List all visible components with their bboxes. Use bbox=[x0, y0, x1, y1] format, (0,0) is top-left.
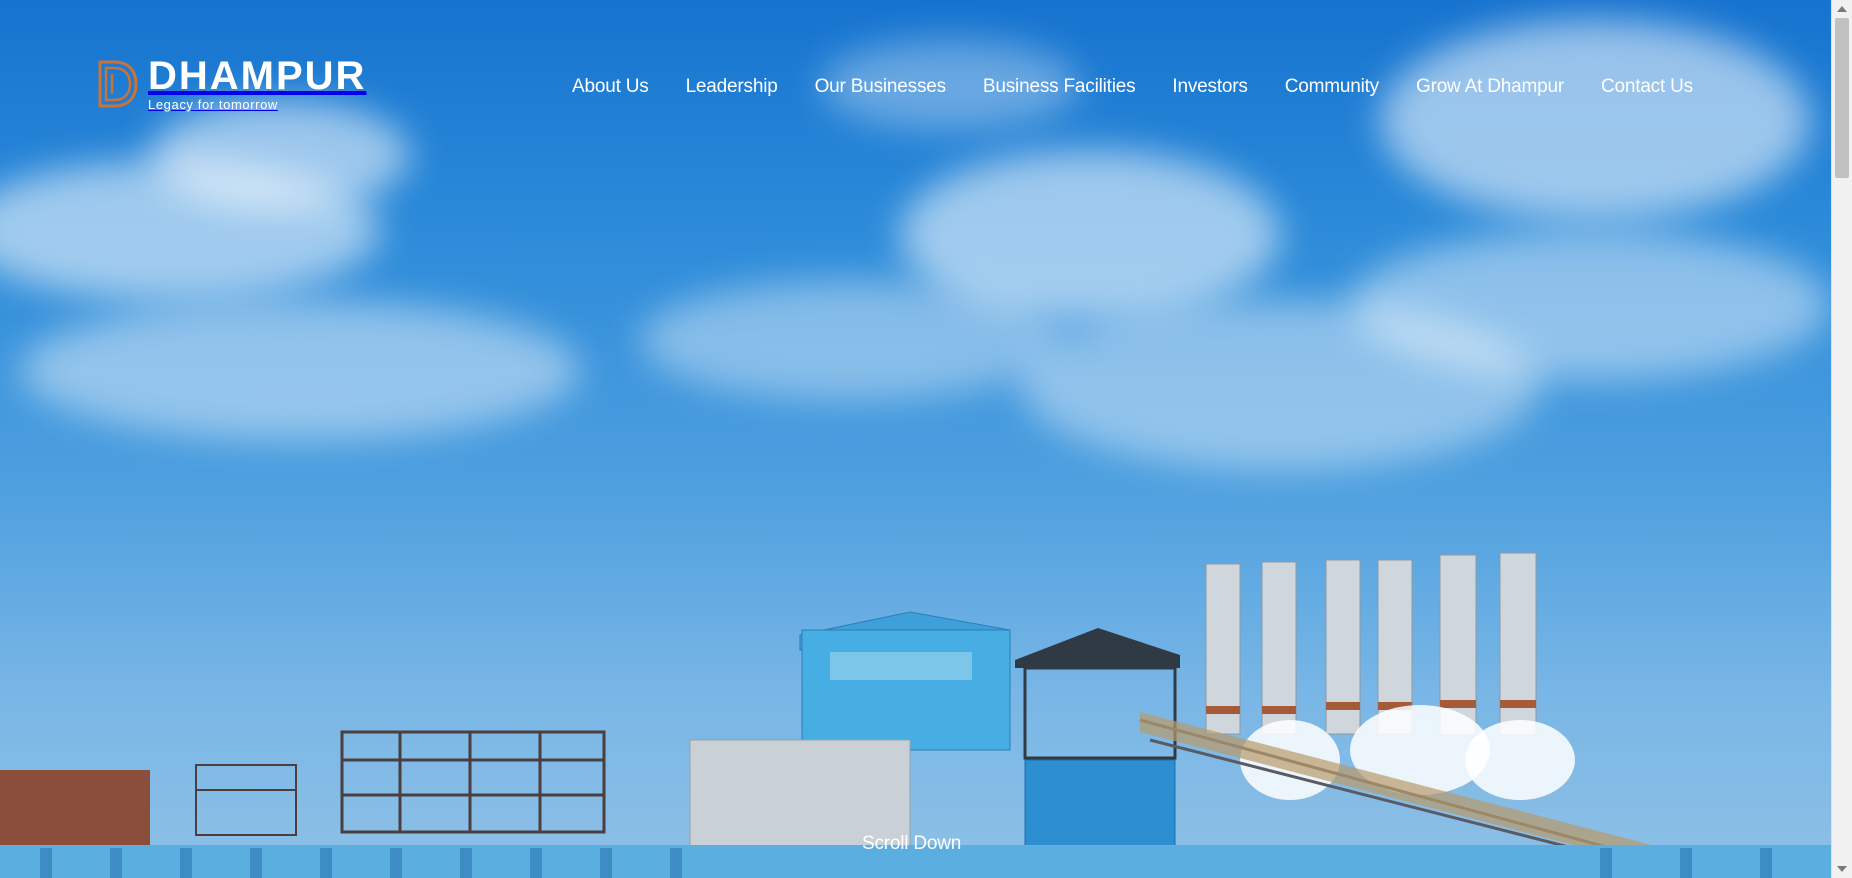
nav-item-contact-us[interactable]: Contact Us bbox=[1601, 76, 1693, 98]
page-scrollbar[interactable] bbox=[1831, 0, 1852, 878]
nav-item-our-businesses[interactable]: Our Businesses bbox=[815, 76, 947, 98]
nav-item-grow-at-dhampur[interactable]: Grow At Dhampur bbox=[1416, 76, 1564, 98]
industrial-plant-photo bbox=[0, 552, 1832, 878]
scrollbar-thumb[interactable] bbox=[1835, 18, 1849, 178]
brand-tagline: Legacy for tomorrow bbox=[148, 97, 278, 112]
main-nav: About Us Leadership Our Businesses Busin… bbox=[572, 76, 1693, 98]
hero-section: DHAMPUR Legacy for tomorrow About Us Lea… bbox=[0, 0, 1832, 878]
blue-building bbox=[801, 629, 1011, 751]
scroll-down-link[interactable]: Scroll Down bbox=[862, 833, 961, 855]
nav-item-leadership[interactable]: Leadership bbox=[686, 76, 778, 98]
logo-text: DHAMPUR Legacy for tomorrow bbox=[148, 56, 366, 112]
nav-item-business-facilities[interactable]: Business Facilities bbox=[983, 76, 1136, 98]
chimneys bbox=[1205, 552, 1537, 736]
nav-item-community[interactable]: Community bbox=[1285, 76, 1379, 98]
brand-name: DHAMPUR bbox=[148, 54, 367, 98]
arrow-down-icon[interactable] bbox=[1837, 866, 1847, 872]
dhampur-logo-icon bbox=[98, 60, 138, 108]
brand-logo[interactable]: DHAMPUR Legacy for tomorrow bbox=[96, 56, 366, 112]
nav-item-about-us[interactable]: About Us bbox=[572, 76, 649, 98]
arrow-up-icon[interactable] bbox=[1837, 6, 1847, 12]
nav-item-investors[interactable]: Investors bbox=[1172, 76, 1247, 98]
steel-frame bbox=[340, 730, 606, 834]
